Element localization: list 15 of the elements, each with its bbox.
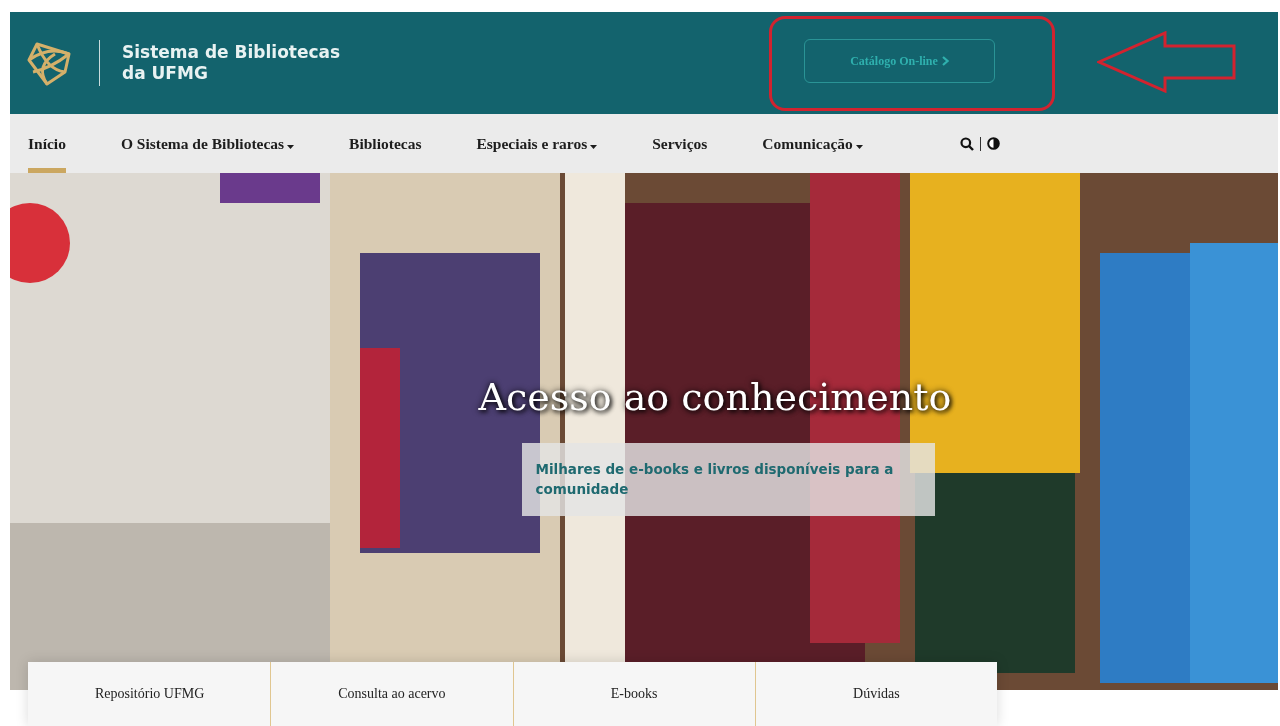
- quick-link[interactable]: Dúvidas: [754, 662, 997, 726]
- search-icon[interactable]: [959, 136, 974, 151]
- nav-link[interactable]: Bibliotecas: [349, 114, 422, 173]
- chevron-right-icon: [941, 56, 949, 66]
- nav-link[interactable]: Serviços: [652, 114, 708, 173]
- nav-link[interactable]: Comunicação: [762, 114, 863, 173]
- quick-link[interactable]: Consulta ao acervo: [270, 662, 513, 726]
- quick-link[interactable]: E-books: [512, 662, 755, 726]
- nav-link[interactable]: O Sistema de Bibliotecas: [120, 114, 295, 173]
- contrast-icon[interactable]: [986, 137, 1000, 150]
- nav-link[interactable]: Especiais e raros: [476, 114, 598, 173]
- arrow-icon: [1097, 31, 1237, 93]
- quick-link[interactable]: Repositório UFMG: [28, 662, 271, 726]
- site-title: Sistema de Bibliotecas da UFMG: [122, 42, 342, 84]
- hero-subtitle: Milhares de e-books e livros disponíveis para a comunidade: [521, 443, 935, 516]
